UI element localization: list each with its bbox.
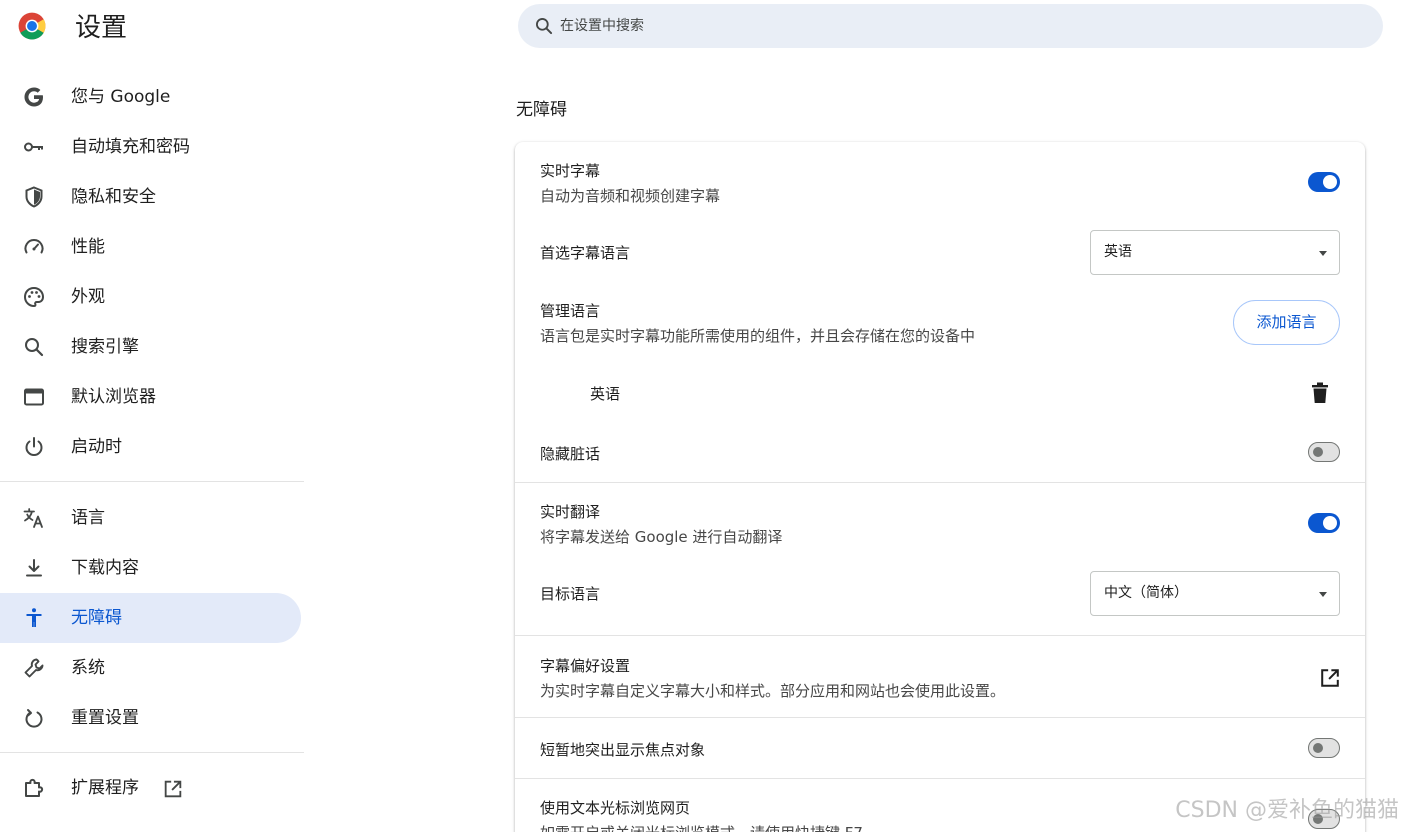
sidebar-item-label: 系统 <box>71 658 105 678</box>
sidebar-item-label: 默认浏览器 <box>71 387 156 407</box>
sidebar-item-label: 语言 <box>71 508 105 528</box>
manage-languages-subtitle: 语言包是实时字幕功能所需使用的组件，并且会存储在您的设备中 <box>540 327 976 345</box>
sidebar-item-languages[interactable]: 语言 <box>0 493 301 543</box>
search-icon <box>25 338 44 357</box>
sidebar-item-label: 扩展程序 <box>71 778 139 798</box>
key-icon <box>24 142 43 152</box>
power-icon <box>25 437 43 456</box>
sidebar-item-performance[interactable]: 性能 <box>0 222 301 272</box>
section-title: 无障碍 <box>516 100 567 120</box>
sidebar-item-label: 重置设置 <box>71 708 139 728</box>
sidebar-item-search-engine[interactable]: 搜索引擎 <box>0 322 301 372</box>
sidebar-item-appearance[interactable]: 外观 <box>0 272 301 322</box>
watermark: CSDN @爱补鱼的猫猫 <box>1175 798 1399 823</box>
preferred-caption-language-title: 首选字幕语言 <box>540 244 631 262</box>
sidebar-item-default-browser[interactable]: 默认浏览器 <box>0 372 301 422</box>
open-in-new-icon[interactable] <box>1319 667 1341 689</box>
hide-profanity-toggle[interactable] <box>1308 442 1340 462</box>
reset-icon <box>25 709 43 728</box>
translate-icon <box>23 508 43 528</box>
caption-preferences-subtitle: 为实时字幕自定义字幕大小和样式。部分应用和网站也会使用此设置。 <box>540 682 1006 700</box>
sidebar-divider <box>0 752 304 753</box>
live-translate-toggle[interactable] <box>1308 513 1340 533</box>
sidebar-item-label: 您与 Google <box>71 87 171 107</box>
caption-language-select[interactable]: 英语 <box>1090 230 1340 275</box>
sidebar-item-downloads[interactable]: 下载内容 <box>0 543 301 593</box>
hide-profanity-title: 隐藏脏话 <box>540 445 601 463</box>
installed-language-label: 英语 <box>590 385 621 403</box>
palette-icon <box>23 286 45 308</box>
live-caption-toggle[interactable] <box>1308 172 1340 192</box>
accessibility-icon <box>26 608 42 627</box>
sidebar-item-label: 搜索引擎 <box>71 337 139 357</box>
sidebar-item-label: 自动填充和密码 <box>71 137 190 157</box>
sidebar-item-autofill[interactable]: 自动填充和密码 <box>0 122 301 172</box>
puzzle-icon <box>25 778 44 797</box>
live-translate-title: 实时翻译 <box>540 503 601 521</box>
target-language-title: 目标语言 <box>540 585 601 603</box>
caret-browsing-title: 使用文本光标浏览网页 <box>540 799 691 817</box>
sidebar-item-label: 启动时 <box>71 437 122 457</box>
caption-language-value: 英语 <box>1104 244 1132 260</box>
dropdown-arrow-icon <box>1319 251 1327 256</box>
chrome-logo-icon <box>18 12 46 40</box>
add-language-button[interactable]: 添加语言 <box>1233 300 1340 345</box>
sidebar-item-label: 无障碍 <box>71 608 122 628</box>
browser-window-icon <box>24 388 44 406</box>
search-bar[interactable] <box>518 4 1383 48</box>
sidebar-item-label: 性能 <box>71 237 105 257</box>
live-caption-title: 实时字幕 <box>540 162 601 180</box>
live-caption-subtitle: 自动为音频和视频创建字幕 <box>540 187 721 205</box>
sidebar-item-extensions[interactable]: 扩展程序 <box>0 763 301 813</box>
toggle-knob <box>1323 175 1337 189</box>
sidebar-item-privacy[interactable]: 隐私和安全 <box>0 172 301 222</box>
row-divider <box>515 778 1365 779</box>
google-icon <box>24 87 43 107</box>
sidebar-item-accessibility[interactable]: 无障碍 <box>0 593 301 643</box>
shield-icon <box>25 186 43 208</box>
sidebar-item-on-startup[interactable]: 启动时 <box>0 422 301 472</box>
page-title: 设置 <box>75 13 128 43</box>
focus-highlight-title: 短暂地突出显示焦点对象 <box>540 741 706 759</box>
toggle-knob <box>1313 447 1323 457</box>
target-language-value: 中文（简体） <box>1104 585 1188 601</box>
wrench-icon <box>24 658 44 678</box>
accessibility-settings-card: 实时字幕 自动为音频和视频创建字幕 首选字幕语言 英语 管理语言 语言包是实时字… <box>515 142 1365 832</box>
caption-preferences-title: 字幕偏好设置 <box>540 657 631 675</box>
sidebar-divider <box>0 481 304 482</box>
caret-browsing-subtitle: 如需开启或关闭光标浏览模式，请使用快捷键 F7 <box>540 822 863 832</box>
toggle-knob <box>1323 516 1337 530</box>
search-icon <box>536 18 553 35</box>
sidebar-item-label: 隐私和安全 <box>71 187 156 207</box>
target-language-select[interactable]: 中文（简体） <box>1090 571 1340 616</box>
sidebar-item-label: 下载内容 <box>71 558 139 578</box>
external-link-icon <box>164 780 182 798</box>
row-divider <box>515 482 1365 483</box>
sidebar-item-system[interactable]: 系统 <box>0 643 301 693</box>
delete-icon[interactable] <box>1310 382 1330 404</box>
manage-languages-title: 管理语言 <box>540 302 601 320</box>
live-translate-subtitle: 将字幕发送给 Google 进行自动翻译 <box>540 528 783 546</box>
row-divider <box>515 717 1365 718</box>
search-input[interactable] <box>560 4 1340 48</box>
row-divider <box>515 635 1365 636</box>
sidebar-item-you-and-google[interactable]: 您与 Google <box>0 72 301 122</box>
speedometer-icon <box>24 239 44 254</box>
focus-highlight-toggle[interactable] <box>1308 738 1340 758</box>
download-icon <box>26 559 42 577</box>
sidebar-item-label: 外观 <box>71 287 105 307</box>
toggle-knob <box>1313 743 1323 753</box>
dropdown-arrow-icon <box>1319 592 1327 597</box>
sidebar-item-reset-settings[interactable]: 重置设置 <box>0 693 301 743</box>
